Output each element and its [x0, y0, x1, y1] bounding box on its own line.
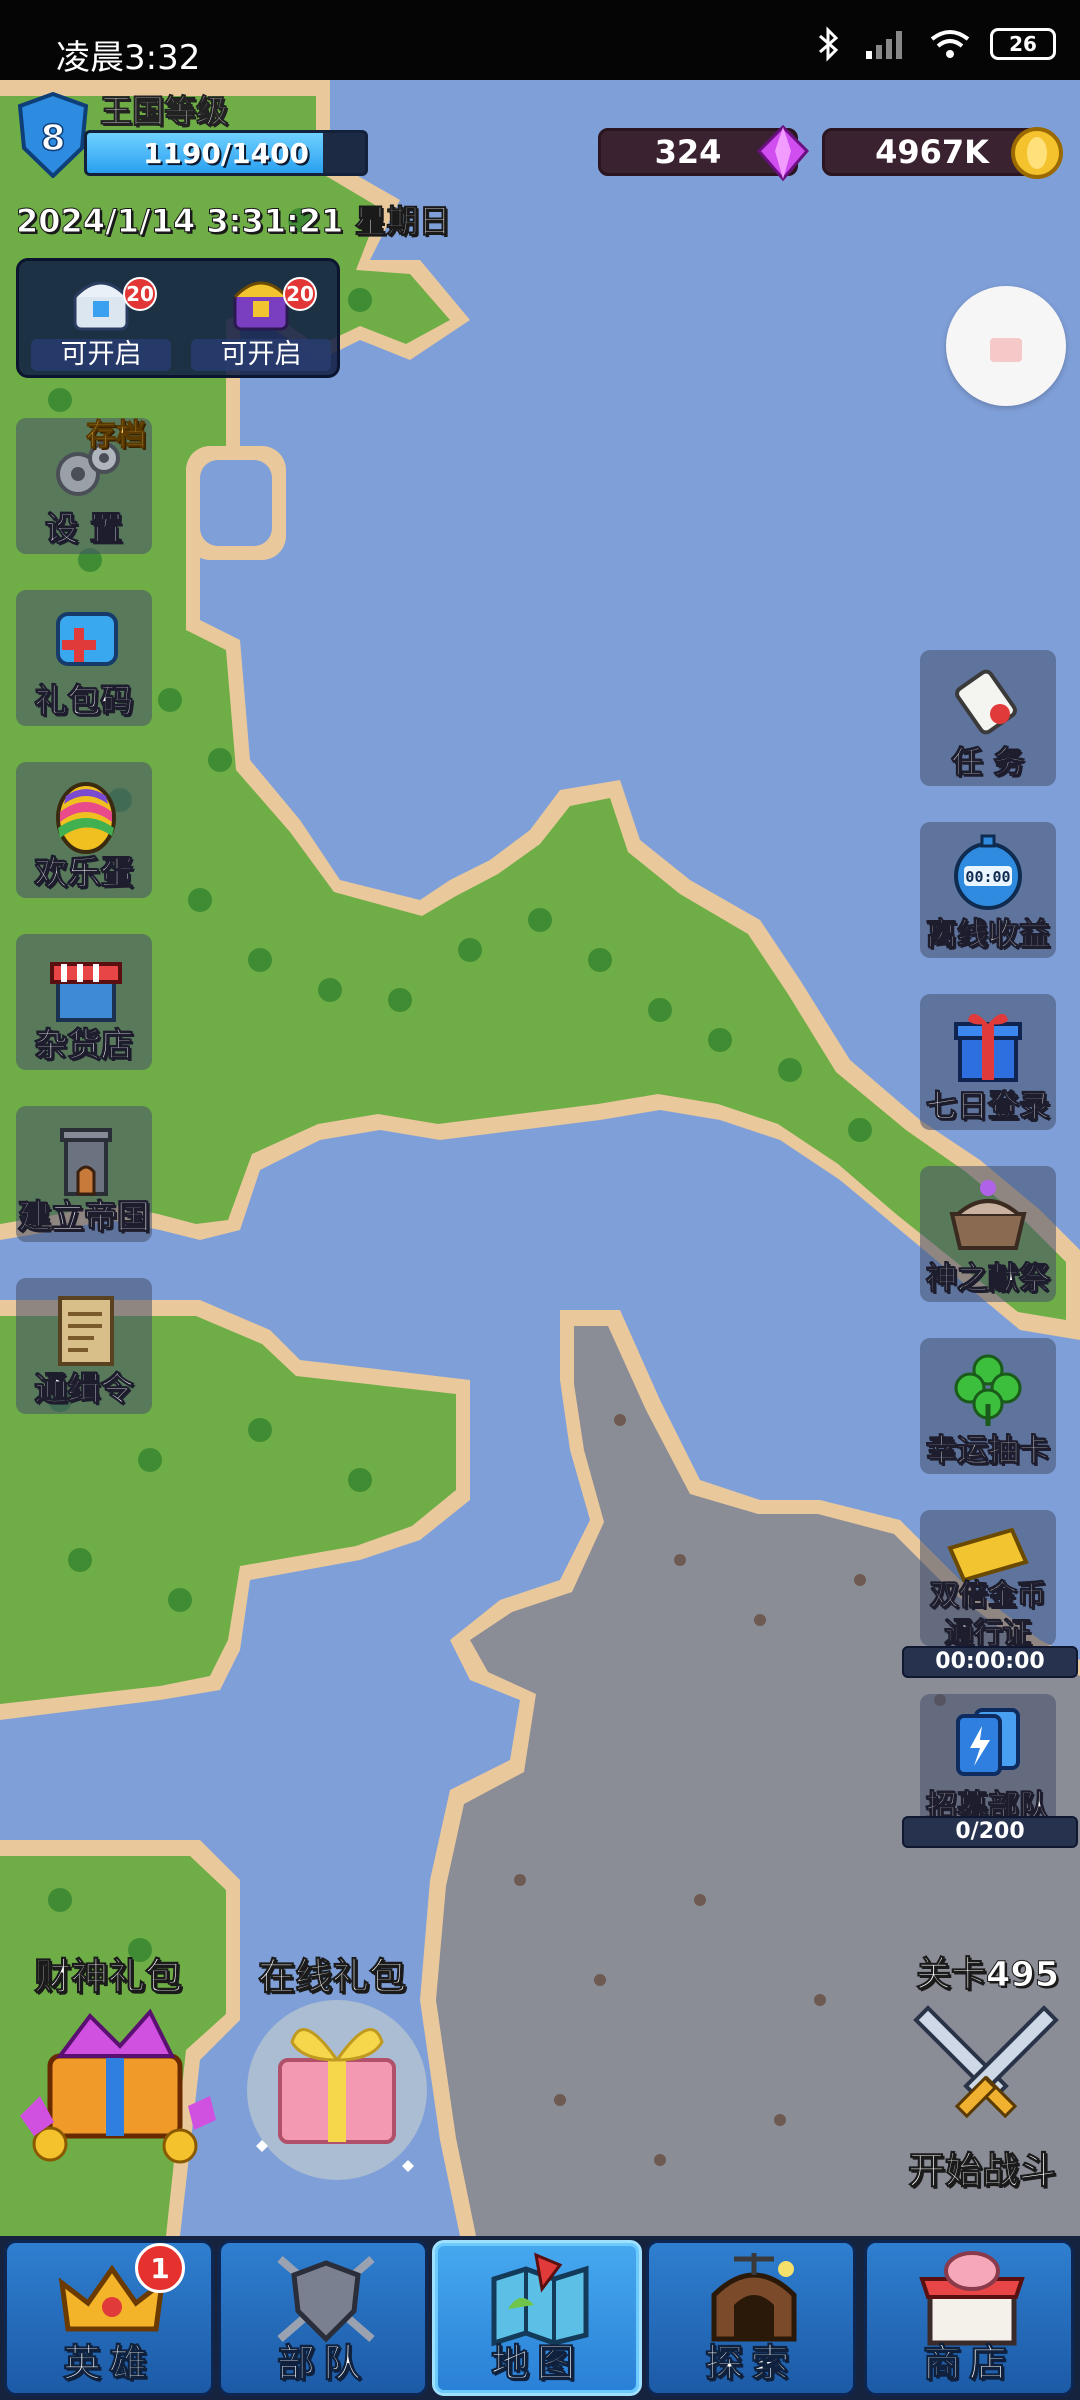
grocery-shop-label: 杂货店 [34, 1025, 134, 1065]
clover-icon [954, 1354, 1022, 1426]
crossed-swords-icon[interactable] [906, 1994, 1066, 2134]
hd-signal-icon [866, 31, 902, 59]
gold-amount: 4967K [875, 133, 989, 171]
recruit-cards-icon [956, 1708, 1020, 1776]
nav-label-explore: 探索 [704, 2341, 797, 2386]
floating-lock-icon [990, 338, 1022, 362]
wanted-scroll-icon [58, 1296, 114, 1366]
offline-earnings-button[interactable]: 00:00 离线收益 [920, 822, 1056, 958]
kingdom-level-label: 王国等级 [99, 92, 229, 131]
build-empire-button[interactable]: 建立帝国 [16, 1106, 152, 1242]
status-bar: 凌晨3:32 26 [0, 0, 1080, 80]
offline-timer-display: 00:00 [965, 868, 1010, 886]
rainbow-egg-icon [56, 782, 116, 854]
kingdom-level: 8 [40, 118, 65, 159]
online-pack-icon[interactable] [232, 1990, 442, 2180]
nav-label-map: 地图 [490, 2341, 583, 2386]
double-gold-pass-button[interactable]: 双倍金币 通行证 [920, 1510, 1056, 1651]
nav-tab-shop[interactable]: 商店 [864, 2240, 1074, 2396]
nav-label-troops: 部队 [276, 2341, 369, 2386]
offline-earnings-label: 离线收益 [926, 917, 1051, 954]
settings-label: 设 置 [45, 509, 124, 549]
tower-icon [60, 1128, 112, 1196]
quest-scroll-icon [955, 669, 1017, 735]
quest-button[interactable]: 任 务 [920, 650, 1056, 786]
gold-counter[interactable]: 4967K [822, 127, 1063, 179]
kingdom-level-shield-icon[interactable]: 8 [16, 92, 90, 178]
chest-2-label: 可开启 [191, 339, 331, 371]
gift-code-button[interactable]: 礼包码 [16, 590, 152, 726]
seven-day-login-button[interactable]: 七日登录 [920, 994, 1056, 1130]
grocery-shop-button[interactable]: 杂货店 [16, 934, 152, 1070]
divine-sacrifice-button[interactable]: 神之献祭 [920, 1166, 1056, 1302]
floating-assist-button[interactable] [946, 286, 1066, 406]
start-battle-label[interactable]: 开始战斗 [908, 2140, 1057, 2194]
status-time: 凌晨3:32 [56, 38, 201, 78]
settings-button[interactable]: 存档 设 置 [16, 418, 152, 554]
gift-code-label: 礼包码 [34, 681, 134, 721]
gem-counter[interactable]: 324 [598, 124, 810, 182]
stage-label: 关卡495 [915, 1955, 1060, 1996]
recruit-troops-button[interactable]: 招募部队 [920, 1694, 1056, 1830]
gem-icon [756, 124, 810, 182]
fortune-pack-icon[interactable] [10, 1996, 220, 2166]
game-datetime: 2024/1/14 3:31:21 星期日 [15, 202, 451, 241]
nav-tab-troops[interactable]: 部队 [218, 2240, 428, 2396]
battery-icon: 26 [990, 28, 1056, 60]
chest-1-badge: 20 [123, 277, 157, 311]
recruit-progress: 0/200 [902, 1816, 1078, 1848]
chest-2-badge: 20 [283, 277, 317, 311]
kingdom-xp-text: 1190/1400 [142, 136, 310, 170]
heroes-badge: 1 [135, 2243, 185, 2293]
fortune-pack-title: 财神礼包 [34, 1955, 183, 1999]
build-empire-label: 建立帝国 [18, 1197, 151, 1237]
gold-chest-icon [233, 281, 289, 331]
chest-slot-1[interactable]: 20 可开启 [31, 267, 171, 373]
happy-egg-button[interactable]: 欢乐蛋 [16, 762, 152, 898]
gold-coin-icon [1011, 127, 1063, 179]
system-icons: 26 [814, 26, 1056, 62]
happy-egg-label: 欢乐蛋 [34, 853, 134, 893]
gem-amount: 324 [654, 133, 722, 171]
lucky-draw-button[interactable]: 幸运抽卡 [920, 1338, 1056, 1474]
bluetooth-icon [819, 26, 839, 62]
save-tag: 存档 [86, 418, 147, 454]
blue-chest-icon [73, 281, 129, 331]
chest-1-label: 可开启 [31, 339, 171, 371]
stopwatch-icon: 00:00 [954, 834, 1022, 910]
chest-slot-2[interactable]: 20 可开启 [191, 267, 331, 373]
double-gold-pass-label: 双倍金币 通行证 [929, 1578, 1046, 1651]
kingdom-xp-bar: 1190/1400 [84, 130, 368, 176]
wifi-icon [930, 30, 970, 58]
chest-panel: 20 可开启 20 可开启 [16, 258, 340, 378]
seven-day-login-label: 七日登录 [926, 1089, 1051, 1126]
nav-tab-explore[interactable]: 探索 [646, 2240, 856, 2396]
shop-stall-icon [50, 962, 122, 1022]
nav-label-heroes: 英雄 [62, 2341, 155, 2386]
nav-tab-heroes[interactable]: 1 英雄 [4, 2240, 214, 2396]
altar-icon [949, 1180, 1027, 1250]
divine-sacrifice-label: 神之献祭 [926, 1261, 1051, 1298]
nav-label-shop: 商店 [922, 2341, 1015, 2386]
gift-code-icon [56, 612, 118, 666]
quest-label: 任 务 [951, 745, 1025, 782]
gift-box-icon [954, 1013, 1022, 1082]
nav-tab-map[interactable]: 地图 [432, 2240, 642, 2396]
lucky-draw-label: 幸运抽卡 [926, 1433, 1051, 1470]
bottom-navigation: 1 英雄 部队 地图 探索 商店 [0, 2236, 1080, 2400]
wanted-label: 通缉令 [34, 1369, 134, 1409]
double-gold-timer: 00:00:00 [902, 1646, 1078, 1678]
wanted-button[interactable]: 通缉令 [16, 1278, 152, 1414]
